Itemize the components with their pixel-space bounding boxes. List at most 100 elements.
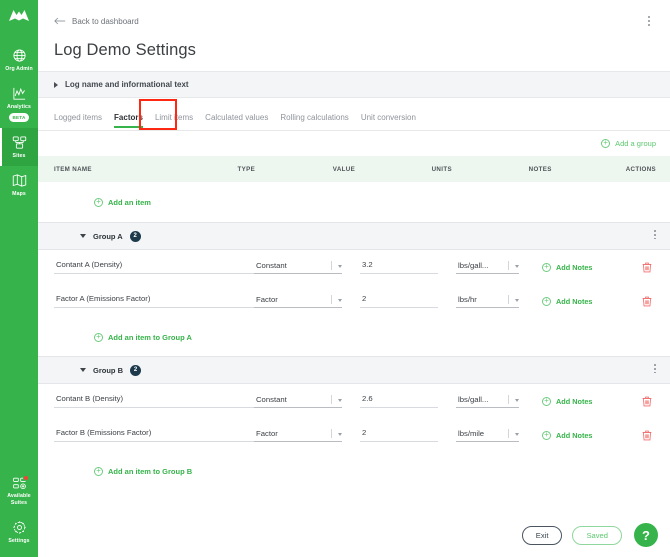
cell-value bbox=[360, 428, 456, 442]
gear-icon bbox=[12, 520, 27, 535]
type-select[interactable]: Constant bbox=[254, 394, 342, 408]
units-select[interactable]: lbs/gall... bbox=[456, 394, 519, 408]
cell-item-name bbox=[38, 294, 254, 308]
group-name-label: Group A bbox=[93, 231, 123, 241]
cell-value bbox=[360, 294, 456, 308]
sidebar-item-label: Analytics bbox=[7, 104, 31, 110]
add-notes-button[interactable]: + Add Notes bbox=[542, 396, 593, 406]
globe-icon bbox=[12, 48, 27, 63]
units-select-value: lbs/gall... bbox=[458, 260, 489, 270]
plus-circle-icon: + bbox=[601, 139, 611, 148]
exit-button[interactable]: Exit bbox=[521, 525, 563, 545]
brand-logo-icon[interactable] bbox=[8, 9, 30, 27]
app-root: Org Admin Analytics BETA Sites Maps Avai… bbox=[0, 0, 670, 557]
add-notes-label: Add Notes bbox=[556, 430, 593, 440]
item-name-input[interactable] bbox=[54, 394, 254, 408]
add-an-item-button[interactable]: + Add an item bbox=[94, 197, 151, 207]
select-divider bbox=[331, 260, 332, 270]
sidebar-item-available-suites[interactable]: Available Suites bbox=[0, 470, 38, 513]
tab-calculated-values[interactable]: Calculated values bbox=[199, 113, 274, 130]
add-notes-button[interactable]: + Add Notes bbox=[542, 430, 593, 440]
item-name-input[interactable] bbox=[54, 428, 254, 442]
value-input[interactable] bbox=[360, 428, 438, 442]
cell-item-name bbox=[38, 428, 254, 442]
chevron-down-icon bbox=[338, 432, 342, 436]
tab-factors[interactable]: Factors bbox=[108, 113, 149, 130]
sidebar-item-sites[interactable]: Sites bbox=[0, 128, 38, 166]
group-count-badge: 2 bbox=[129, 230, 141, 242]
units-select[interactable]: lbs/gall... bbox=[456, 260, 519, 274]
item-name-input[interactable] bbox=[54, 260, 254, 274]
sidebar-item-analytics[interactable]: Analytics BETA bbox=[0, 79, 38, 128]
log-name-accordion[interactable]: Log name and informational text bbox=[38, 71, 670, 98]
group-options-menu-button[interactable] bbox=[654, 230, 656, 240]
main-sidebar: Org Admin Analytics BETA Sites Maps Avai… bbox=[0, 0, 38, 557]
group-options-menu-button[interactable] bbox=[654, 364, 656, 374]
add-item-to-group-label: Add an item to Group B bbox=[108, 466, 193, 476]
tab-unit-conversion[interactable]: Unit conversion bbox=[355, 113, 422, 130]
sidebar-item-maps[interactable]: Maps bbox=[0, 166, 38, 204]
trash-icon[interactable] bbox=[642, 430, 652, 441]
tab-limit-items[interactable]: Limit items bbox=[149, 113, 199, 130]
table-header-row: ITEM NAME TYPE VALUE UNITS NOTES ACTIONS bbox=[38, 156, 670, 182]
units-select[interactable]: lbs/mile bbox=[456, 428, 519, 442]
more-vertical-icon-dot bbox=[654, 237, 656, 240]
type-select-value: Factor bbox=[256, 294, 278, 304]
trash-icon[interactable] bbox=[642, 396, 652, 407]
column-header-type: TYPE bbox=[237, 165, 256, 173]
add-item-to-group-button[interactable]: + Add an item to Group B bbox=[94, 466, 193, 476]
table-row: Factor lbs/hr + Add Notes bbox=[38, 284, 670, 318]
add-notes-button[interactable]: + Add Notes bbox=[542, 296, 593, 306]
group-header-group-a[interactable]: Group A 2 bbox=[38, 222, 670, 250]
type-select-value: Constant bbox=[256, 394, 287, 404]
saved-button[interactable]: Saved bbox=[572, 525, 622, 545]
page-options-menu-button[interactable] bbox=[642, 13, 656, 29]
caret-down-icon bbox=[80, 234, 86, 238]
select-divider bbox=[331, 294, 332, 304]
value-input[interactable] bbox=[360, 294, 438, 308]
tab-logged-items[interactable]: Logged items bbox=[54, 113, 108, 130]
sidebar-item-settings[interactable]: Settings bbox=[0, 513, 38, 551]
cell-notes: + Add Notes bbox=[542, 430, 632, 440]
add-notes-label: Add Notes bbox=[556, 262, 593, 272]
chevron-down-icon bbox=[515, 298, 519, 302]
add-notes-button[interactable]: + Add Notes bbox=[542, 262, 593, 272]
type-select-value: Factor bbox=[256, 428, 278, 438]
main-content: Back to dashboard Log Demo Settings Log … bbox=[38, 0, 670, 557]
trash-icon[interactable] bbox=[642, 296, 652, 307]
beta-badge: BETA bbox=[8, 113, 30, 122]
sidebar-item-label: Sites bbox=[12, 153, 26, 159]
sites-grid-icon bbox=[12, 135, 27, 150]
type-select[interactable]: Factor bbox=[254, 294, 342, 308]
back-link-label: Back to dashboard bbox=[72, 16, 139, 26]
value-input[interactable] bbox=[360, 394, 438, 408]
plus-circle-icon: + bbox=[94, 332, 103, 342]
back-to-dashboard-link[interactable]: Back to dashboard bbox=[54, 17, 139, 26]
trash-icon[interactable] bbox=[642, 262, 652, 273]
sidebar-item-org-admin[interactable]: Org Admin bbox=[0, 41, 38, 79]
item-name-input[interactable] bbox=[54, 294, 254, 308]
cell-item-name bbox=[38, 260, 254, 274]
type-select[interactable]: Factor bbox=[254, 428, 342, 442]
chevron-down-icon bbox=[515, 264, 519, 268]
column-header-actions: ACTIONS bbox=[625, 165, 656, 173]
units-select[interactable]: lbs/hr bbox=[456, 294, 519, 308]
add-item-to-group-b-row: + Add an item to Group B bbox=[38, 452, 670, 490]
select-divider bbox=[331, 394, 332, 404]
add-a-group-button[interactable]: + Add a group bbox=[601, 139, 656, 148]
help-button[interactable]: ? bbox=[634, 523, 658, 547]
chevron-down-icon bbox=[515, 432, 519, 436]
cell-units: lbs/mile bbox=[456, 428, 542, 442]
sidebar-item-label-line1: Available bbox=[7, 493, 31, 499]
cell-item-name bbox=[38, 394, 254, 408]
value-input[interactable] bbox=[360, 260, 438, 274]
chevron-down-icon bbox=[338, 298, 342, 302]
type-select[interactable]: Constant bbox=[254, 260, 342, 274]
column-header-value: VALUE bbox=[332, 165, 356, 173]
page-topbar: Back to dashboard Log Demo Settings bbox=[38, 0, 670, 60]
more-vertical-icon-dot bbox=[654, 233, 656, 236]
group-header-group-b[interactable]: Group B 2 bbox=[38, 356, 670, 384]
cell-actions bbox=[632, 430, 670, 441]
tab-rolling-calculations[interactable]: Rolling calculations bbox=[274, 113, 354, 130]
add-item-to-group-button[interactable]: + Add an item to Group A bbox=[94, 332, 192, 342]
